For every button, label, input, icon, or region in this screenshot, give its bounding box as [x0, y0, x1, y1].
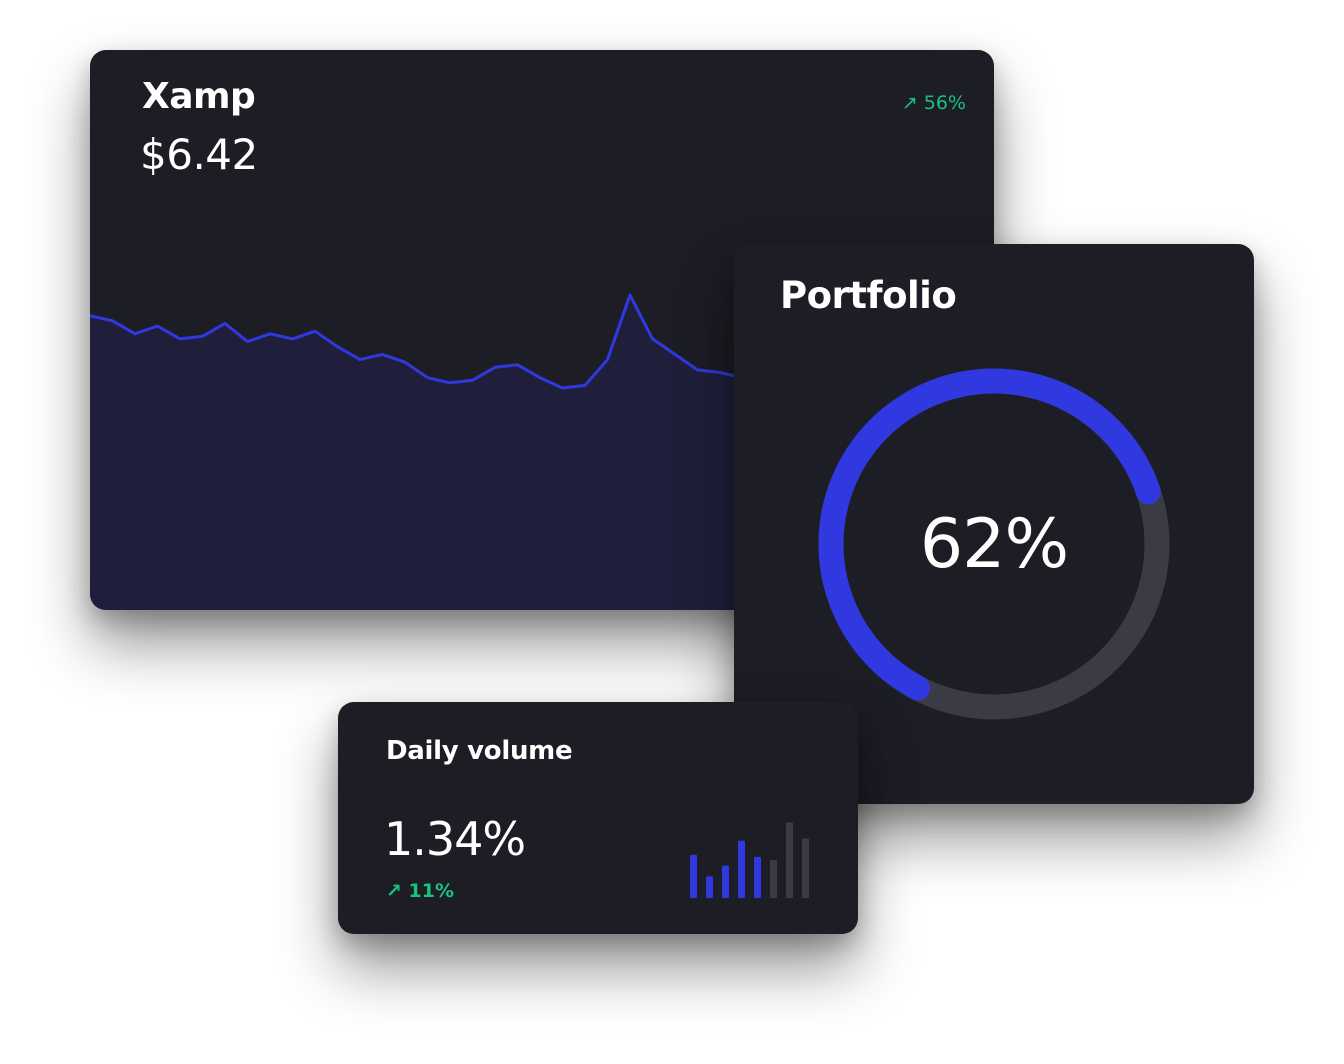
daily-volume-card[interactable]: Daily volume 1.34% ↗ 11% — [338, 702, 858, 934]
asset-price: $6.42 — [140, 130, 258, 179]
portfolio-title: Portfolio — [780, 274, 957, 317]
volume-bar-1 — [706, 876, 713, 898]
volume-title: Daily volume — [386, 736, 573, 766]
asset-name: Xamp — [142, 76, 256, 117]
volume-bar-6 — [786, 822, 793, 898]
volume-bar-5 — [770, 860, 777, 898]
volume-bar-0 — [690, 854, 697, 898]
dashboard-stage: Xamp $6.42 ↗ 56% Portfolio 62% Daily vol… — [0, 0, 1344, 1064]
volume-bar-chart — [690, 822, 809, 898]
volume-bar-2 — [722, 865, 729, 898]
volume-change-badge: ↗ 11% — [386, 880, 455, 902]
volume-bar-4 — [754, 856, 761, 898]
volume-value: 1.34% — [384, 812, 526, 866]
portfolio-percent: 62% — [919, 504, 1069, 584]
volume-bar-3 — [738, 840, 745, 898]
price-change-badge: ↗ 56% — [901, 92, 966, 114]
volume-bar-7 — [802, 838, 809, 898]
